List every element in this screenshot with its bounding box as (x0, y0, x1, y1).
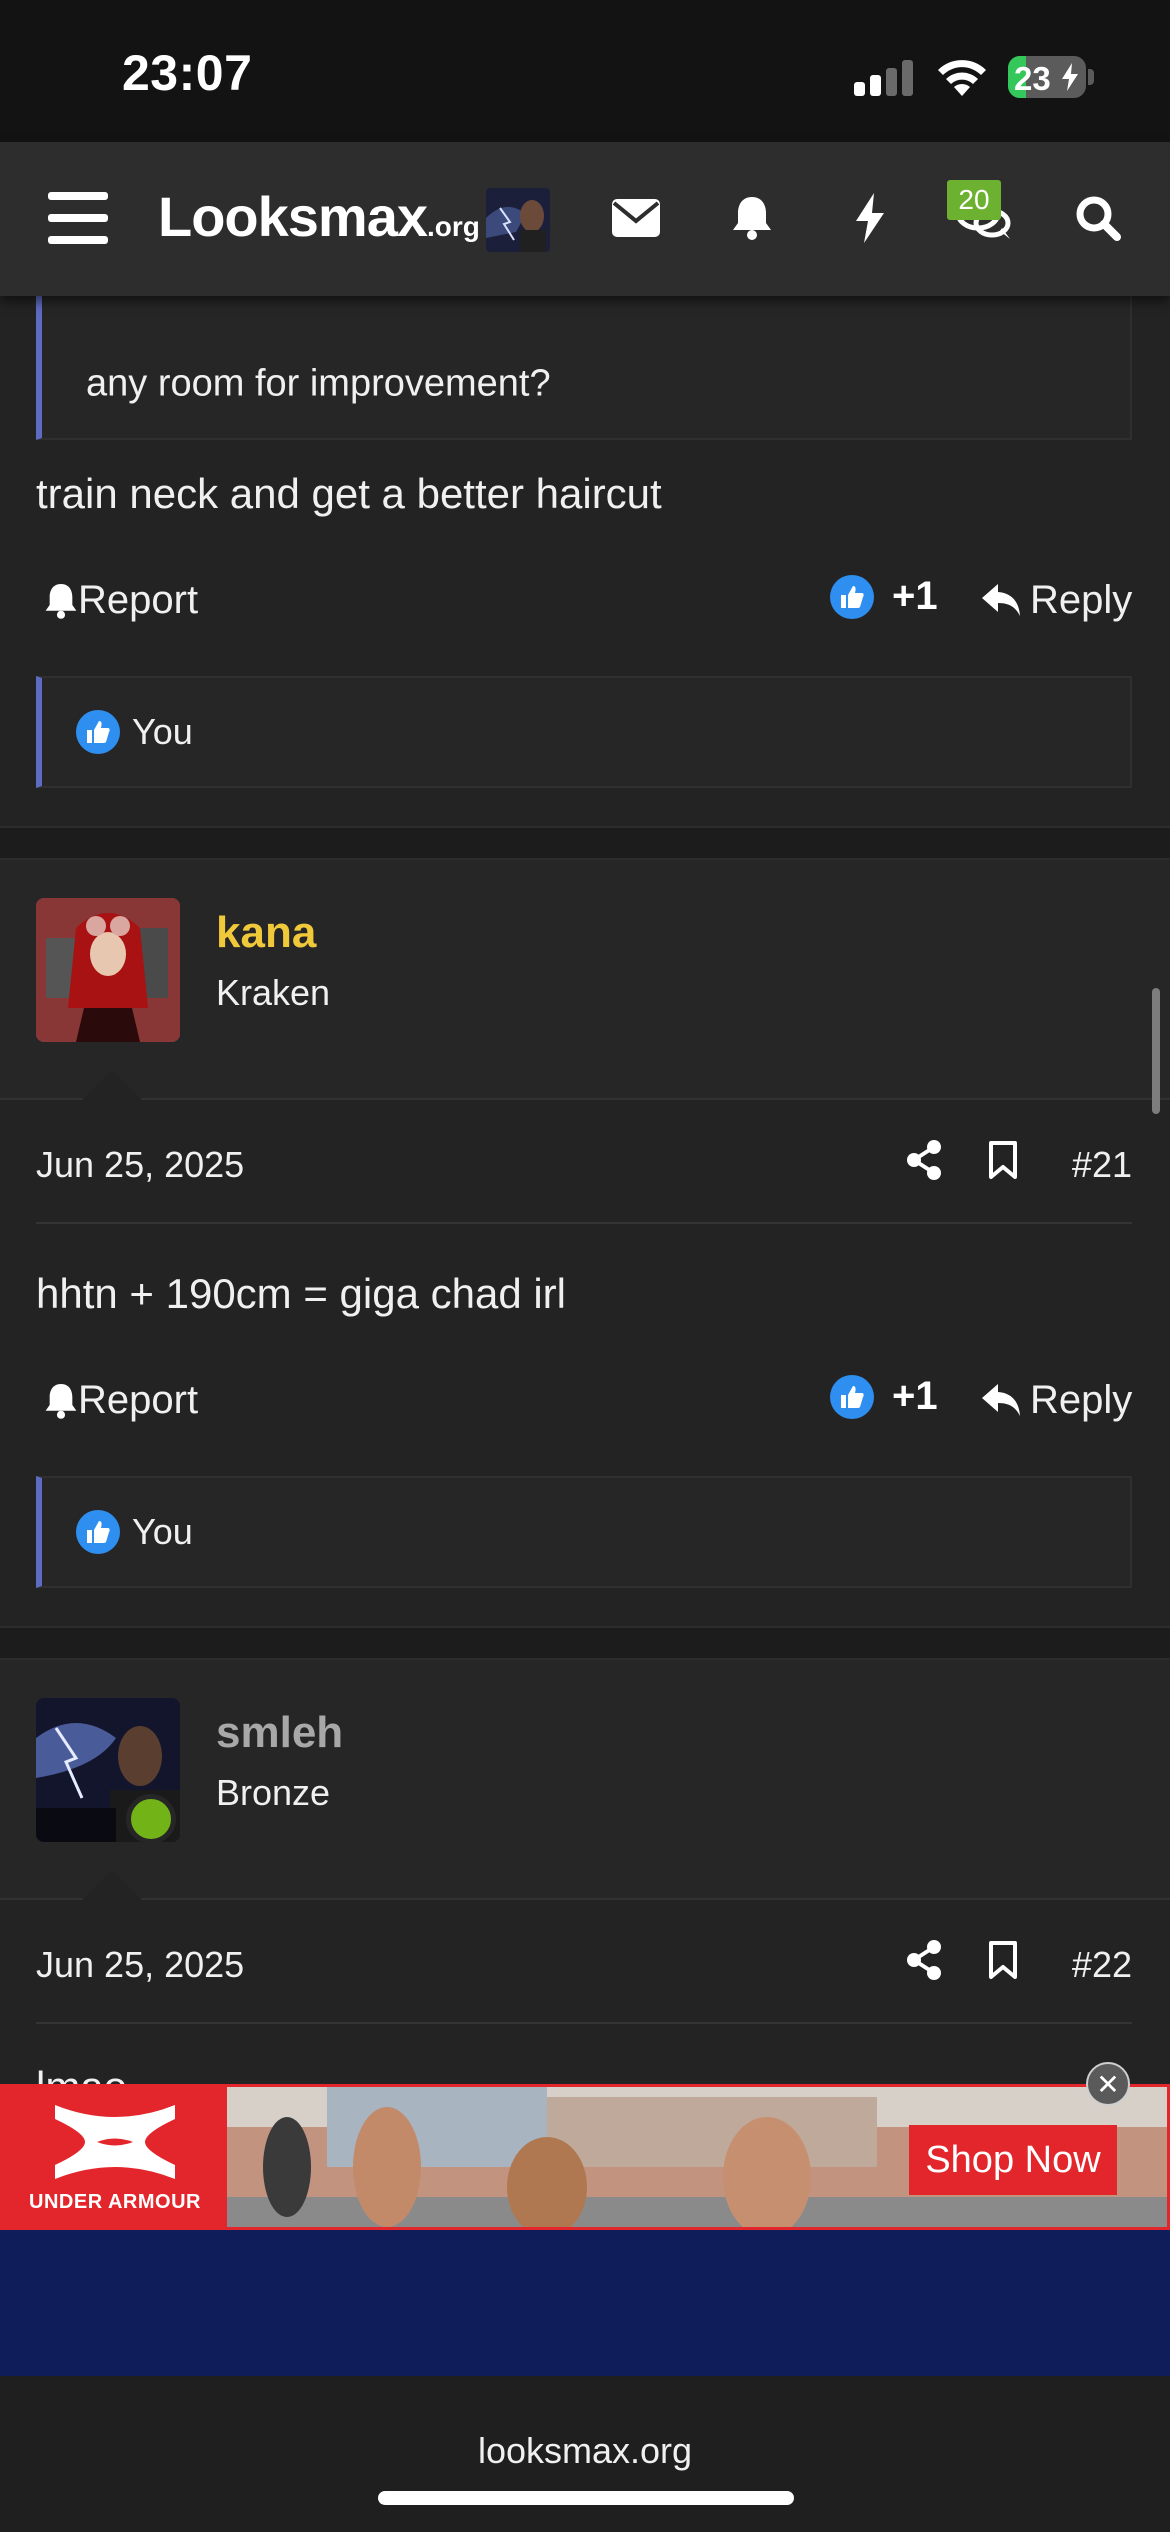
reply-arrow-icon (982, 1383, 1020, 1416)
hamburger-icon (48, 192, 108, 244)
bell-icon (45, 583, 77, 619)
lightning-bolt-icon (856, 193, 884, 243)
post-user-block: kana Kraken (0, 860, 1170, 1100)
quote-text: any room for improvement? (86, 362, 551, 405)
report-button[interactable]: Report (44, 578, 198, 623)
post-separator (0, 826, 1170, 860)
like-count: +1 (892, 1374, 938, 1418)
scrollbar-thumb[interactable] (1152, 988, 1160, 1114)
url-bar[interactable]: looksmax.org (0, 2430, 1170, 2472)
post-actions: Report +1 Reply (36, 1366, 1132, 1436)
user-title: Kraken (216, 972, 331, 1013)
reactions-bar[interactable]: You (36, 676, 1132, 788)
reply-label: Reply (1030, 578, 1133, 622)
bookmark-icon (989, 1941, 1017, 1979)
thumbs-up-icon (830, 574, 874, 619)
search-icon (1076, 196, 1121, 241)
username[interactable]: smleh (216, 1708, 343, 1758)
username[interactable]: kana (216, 908, 316, 958)
reaction-user: You (132, 1511, 193, 1552)
bell-icon (45, 1383, 77, 1419)
alerts-button[interactable] (712, 178, 792, 258)
like-button[interactable]: +1 (830, 574, 938, 619)
reply-label: Reply (1030, 1378, 1133, 1422)
ad-close-button[interactable]: ✕ (1086, 2062, 1130, 2106)
status-time: 23:07 (122, 45, 253, 101)
ad-banner[interactable]: UNDER ARMOUR Shop Now (0, 2084, 1170, 2230)
envelope-icon (612, 199, 660, 237)
post-number[interactable]: #22 (1072, 1944, 1132, 1986)
reply-button[interactable]: Reply (982, 1378, 1132, 1423)
battery-level: 23 (1014, 60, 1051, 97)
search-button[interactable] (1058, 178, 1138, 258)
quote-block: any room for improvement? (36, 278, 1132, 440)
status-bar: 23:07 23 (0, 0, 1170, 142)
ad-brand-name: UNDER ARMOUR (29, 2191, 201, 2213)
post-body-partial: lmao (36, 2062, 127, 2086)
close-icon: ✕ (1096, 2068, 1120, 2100)
post-body: hhtn + 190cm = giga chad irl (36, 1270, 567, 1317)
report-button[interactable]: Report (44, 1378, 198, 1423)
user-title: Bronze (216, 1772, 331, 1813)
post-body: train neck and get a better haircut (36, 470, 662, 517)
wifi-icon (938, 60, 986, 96)
inbox-button[interactable] (596, 178, 676, 258)
bookmark-button[interactable] (988, 1140, 1018, 1185)
user-pointer (82, 1070, 142, 1100)
browser-bottom-bar: looksmax.org (0, 2376, 1170, 2532)
user-avatar[interactable] (36, 898, 180, 1042)
logo-suffix: .org (427, 211, 480, 242)
share-icon (907, 1140, 941, 1180)
post-meta-row: Jun 25, 2025 #22 (36, 1902, 1132, 2024)
bookmark-button[interactable] (988, 1940, 1018, 1985)
reply-button[interactable]: Reply (982, 578, 1132, 623)
conversations-count-badge: 20 (947, 180, 1001, 220)
share-button[interactable] (906, 1940, 942, 1985)
post-date[interactable]: Jun 25, 2025 (36, 1944, 244, 1986)
ad-background (0, 2230, 1170, 2376)
bell-icon (733, 197, 771, 240)
post-meta-row: Jun 25, 2025 #21 (36, 1102, 1132, 1224)
home-indicator[interactable] (378, 2491, 794, 2505)
like-count: +1 (892, 574, 938, 618)
thumbs-up-icon (76, 710, 120, 754)
report-label: Report (78, 578, 199, 622)
reaction-user: You (132, 711, 193, 752)
bookmark-icon (989, 1141, 1017, 1179)
reply-arrow-icon (982, 583, 1020, 616)
share-icon (907, 1940, 941, 1980)
post-date[interactable]: Jun 25, 2025 (36, 1144, 244, 1186)
ad-logo-area: UNDER ARMOUR (3, 2087, 227, 2227)
thumbs-up-icon (830, 1374, 874, 1419)
header-user-avatar[interactable] (486, 188, 550, 252)
user-pointer (82, 1870, 142, 1900)
post-separator (0, 1626, 1170, 1660)
cellular-signal-icon (854, 60, 914, 96)
report-label: Report (78, 1378, 199, 1422)
post-number[interactable]: #21 (1072, 1144, 1132, 1186)
logo-main: Looksmax (158, 185, 428, 248)
share-button[interactable] (906, 1140, 942, 1185)
battery-icon: 23 (1008, 56, 1086, 98)
thumbs-up-icon (76, 1510, 120, 1554)
post-user-block: smleh Bronze (0, 1660, 1170, 1900)
post-actions: Report +1 Reply (36, 566, 1132, 636)
online-status-dot (126, 1794, 176, 1844)
like-button[interactable]: +1 (830, 1374, 938, 1419)
brand-logo-icon (55, 2105, 175, 2179)
menu-button[interactable] (38, 178, 118, 258)
battery-nub (1088, 69, 1094, 85)
site-logo[interactable]: Looksmax.org (158, 184, 480, 249)
app-header: Looksmax.org 20 (0, 142, 1170, 296)
ad-shop-now-button[interactable]: Shop Now (909, 2125, 1117, 2195)
whats-new-button[interactable] (830, 178, 910, 258)
reactions-bar[interactable]: You (36, 1476, 1132, 1588)
